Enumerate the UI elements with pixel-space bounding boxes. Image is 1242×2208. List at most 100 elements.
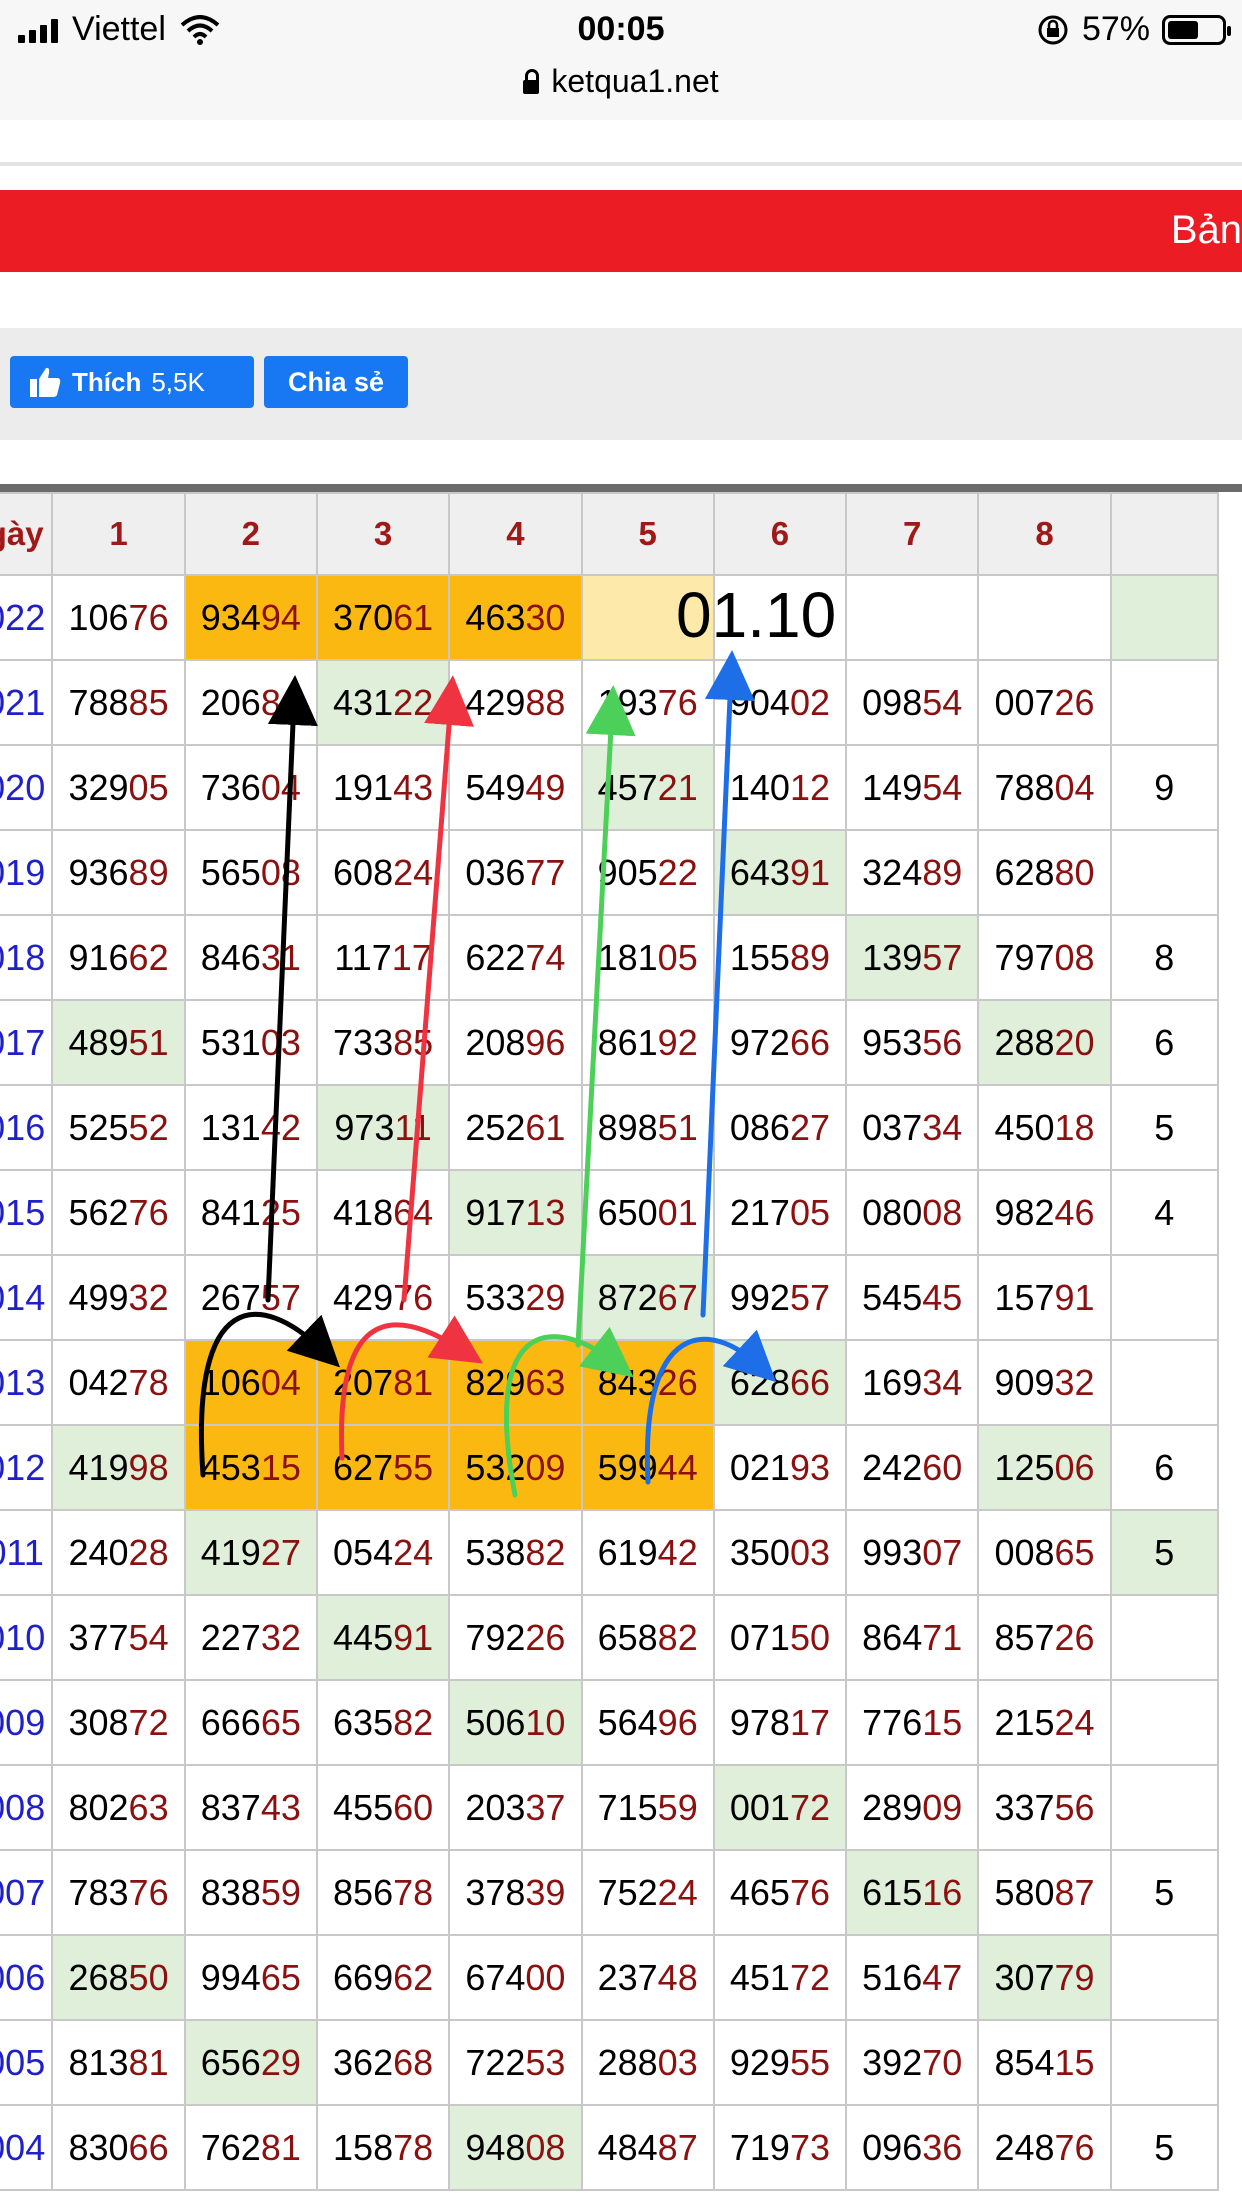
cell-last-two: 76 — [657, 681, 698, 723]
row-date[interactable]: 008 — [0, 1764, 54, 1851]
cell-last-two: 09 — [525, 1446, 566, 1488]
cell-last-two: 39 — [525, 1871, 566, 1913]
row-date[interactable]: 005 — [0, 2019, 54, 2106]
cell-prefix: 350 — [729, 1531, 790, 1573]
cell-prefix: 917 — [465, 1191, 526, 1233]
result-cell: 66962 — [315, 1934, 451, 2021]
cell-last-two: 96 — [525, 1021, 566, 1063]
row-date[interactable]: 022 — [0, 574, 54, 661]
result-cell: 91713 — [448, 1169, 583, 1256]
cell-last-two: 76 — [128, 596, 169, 638]
cell-prefix: 736 — [200, 766, 261, 808]
row-date[interactable]: 009 — [0, 1679, 54, 1766]
result-cell: 5 — [1109, 2104, 1220, 2191]
cell-prefix: 722 — [465, 2041, 526, 2083]
address-bar[interactable]: ketqua1.net — [0, 60, 1242, 120]
cell-last-two: 22 — [657, 851, 698, 893]
cell-last-two: 18 — [1054, 1106, 1095, 1148]
cell-last-two: 62 — [393, 1956, 434, 1998]
cell-last-two: 85 — [128, 681, 169, 723]
cell-last-two: 46 — [1054, 1191, 1095, 1233]
cell-prefix: 658 — [597, 1616, 658, 1658]
row-date[interactable]: 019 — [0, 829, 54, 916]
like-button[interactable]: Thích 5,5K — [10, 356, 254, 408]
social-bar: Thích 5,5K Chia sẻ — [0, 328, 1242, 440]
row-date[interactable]: 017 — [0, 999, 54, 1086]
row-date[interactable]: 013 — [0, 1339, 54, 1426]
result-cell: 41998 — [51, 1424, 186, 1511]
cell-prefix: 4 — [1154, 1191, 1175, 1233]
row-date[interactable]: 021 — [0, 659, 54, 746]
table-row: 0174895153103733852089686192972669535628… — [0, 999, 1220, 1086]
cell-last-two: 31 — [260, 936, 301, 978]
cell-last-two: 01 — [657, 1191, 698, 1233]
result-cell: 86192 — [580, 999, 715, 1086]
result-cell: 79708 — [977, 914, 1112, 1001]
cell-last-two: 06 — [1054, 1446, 1095, 1488]
result-cell: 6 — [1109, 999, 1220, 1086]
cell-prefix: 419 — [68, 1446, 129, 1488]
result-cell: 83066 — [51, 2104, 186, 2191]
row-date[interactable]: 020 — [0, 744, 54, 831]
cell-prefix: 208 — [465, 1021, 526, 1063]
result-cell: 52552 — [51, 1084, 186, 1171]
cell-prefix: 864 — [862, 1616, 923, 1658]
result-cell: 61942 — [580, 1509, 715, 1596]
result-cell: 30779 — [977, 1934, 1112, 2021]
cell-last-two: 03 — [657, 2041, 698, 2083]
table-row: 0165255213142973112526189851086270373445… — [0, 1084, 1220, 1171]
row-date[interactable]: 012 — [0, 1424, 54, 1511]
result-cell: 73385 — [315, 999, 451, 1086]
row-date[interactable]: 004 — [0, 2104, 54, 2191]
cell-prefix: 139 — [862, 936, 923, 978]
cell-last-two: 53 — [525, 2041, 566, 2083]
result-cell: 83743 — [183, 1764, 318, 1851]
cell-last-two: 45 — [922, 1276, 963, 1318]
cell-prefix: 733 — [333, 1021, 394, 1063]
result-cell: 56508 — [183, 829, 318, 916]
cell-last-two: 27 — [260, 1531, 301, 1573]
row-date[interactable]: 018 — [0, 914, 54, 1001]
cell-prefix: 538 — [465, 1531, 526, 1573]
row-date[interactable]: 007 — [0, 1849, 54, 1936]
cell-last-two: 24 — [393, 851, 434, 893]
cell-prefix: 419 — [200, 1531, 261, 1573]
result-cell — [845, 574, 980, 661]
cell-prefix: 450 — [994, 1106, 1055, 1148]
battery-icon — [1162, 14, 1231, 45]
cell-prefix: 953 — [862, 1021, 923, 1063]
cell-last-two: 89 — [789, 936, 830, 978]
cell-prefix: 203 — [465, 1786, 526, 1828]
cell-prefix: 608 — [333, 851, 394, 893]
result-cell: 54949 — [448, 744, 583, 831]
cell-prefix: 288 — [994, 1021, 1055, 1063]
cell-last-two: 92 — [657, 1021, 698, 1063]
cell-prefix: 830 — [68, 2126, 129, 2168]
cell-prefix: 650 — [597, 1191, 658, 1233]
cell-prefix: 788 — [68, 681, 129, 723]
row-date[interactable]: 015 — [0, 1169, 54, 1256]
row-date[interactable]: 006 — [0, 1934, 54, 2021]
cell-last-two: 03 — [260, 1021, 301, 1063]
table-header-row: gày12345678 — [0, 492, 1220, 576]
cell-last-two: 22 — [393, 681, 434, 723]
cell-prefix: 377 — [68, 1616, 129, 1658]
cell-last-two: 34 — [922, 1106, 963, 1148]
cell-prefix: 5 — [1154, 1531, 1175, 1573]
result-cell: 78376 — [51, 1849, 186, 1936]
row-date[interactable]: 011 — [0, 1509, 54, 1596]
row-date[interactable]: 010 — [0, 1594, 54, 1681]
result-cell: 5 — [1109, 1849, 1220, 1936]
cell-prefix: 106 — [68, 596, 129, 638]
share-button[interactable]: Chia sẻ — [264, 356, 408, 408]
row-date[interactable]: 016 — [0, 1084, 54, 1171]
cell-prefix: 838 — [200, 1871, 261, 1913]
row-date[interactable]: 014 — [0, 1254, 54, 1341]
result-cell: 98246 — [977, 1169, 1112, 1256]
result-cell: 07150 — [712, 1594, 848, 1681]
cell-prefix: 117 — [334, 936, 392, 978]
result-cell: 48487 — [580, 2104, 715, 2191]
cell-last-two: 04 — [260, 1361, 301, 1403]
cell-last-two: 76 — [128, 1871, 169, 1913]
header-col-7: 7 — [845, 492, 980, 576]
